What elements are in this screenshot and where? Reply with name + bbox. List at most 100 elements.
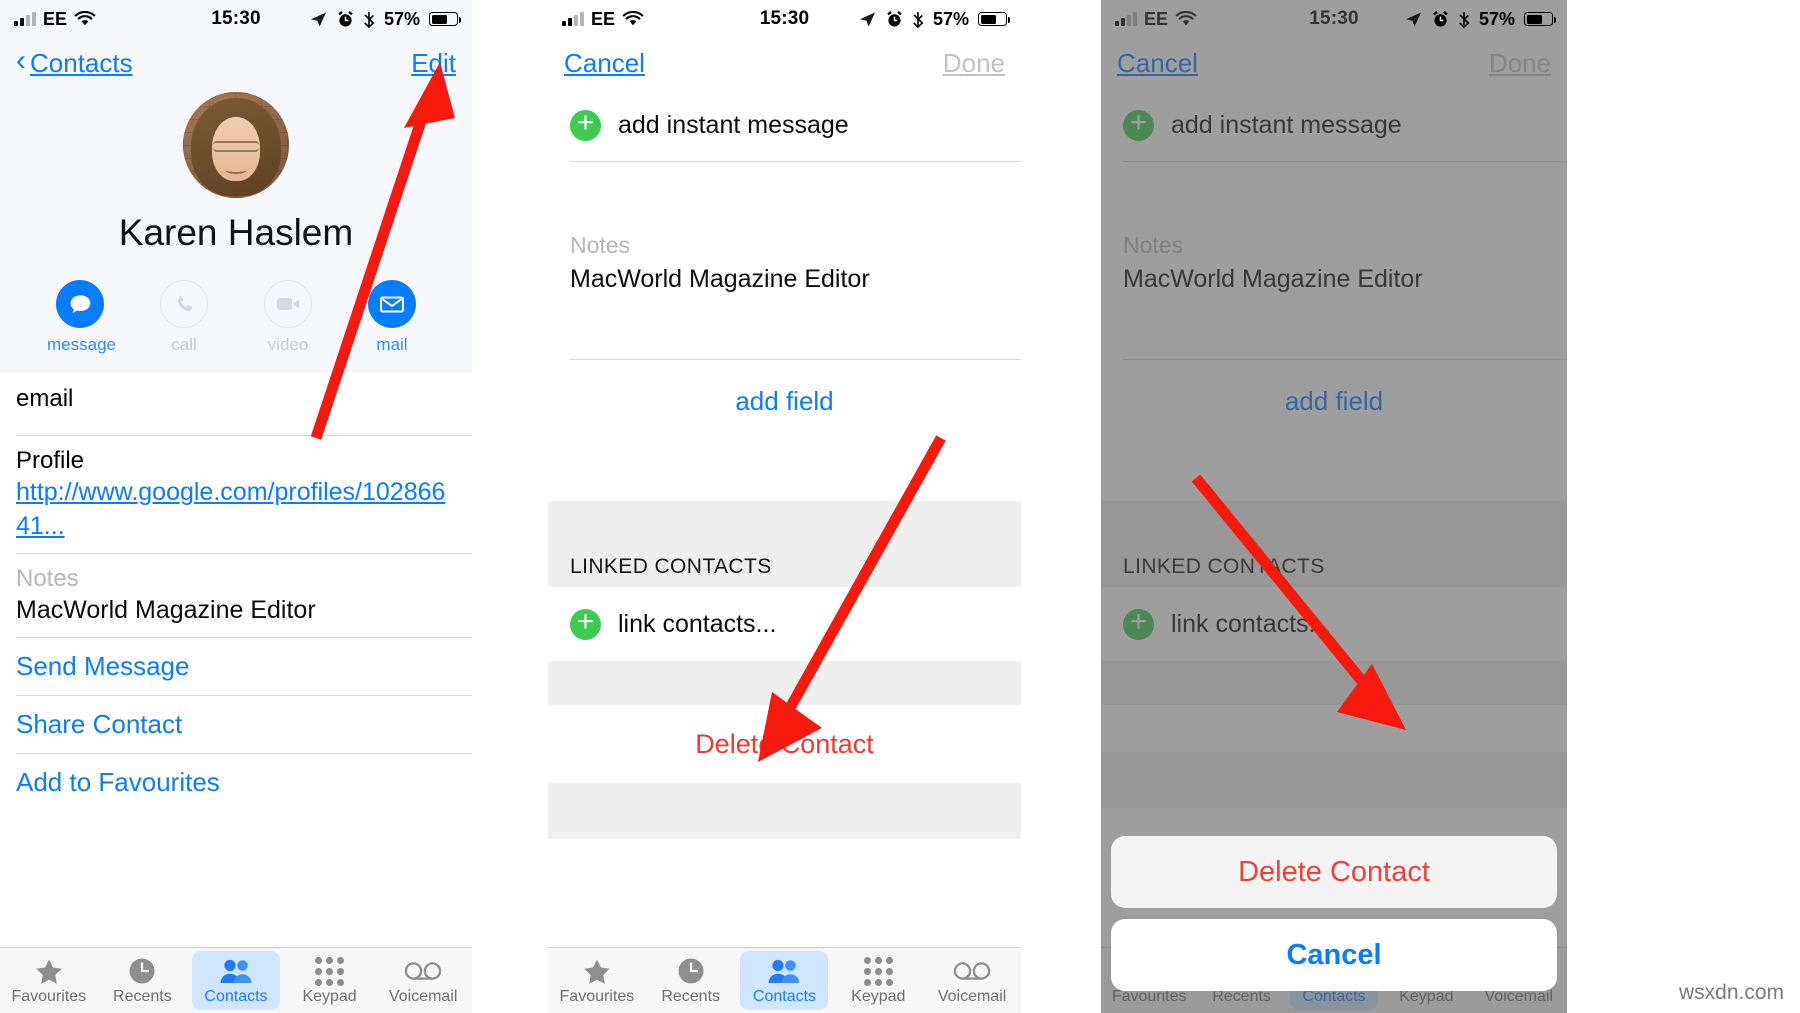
tab-bar: Favourites Recents Contacts Keypad Voice… xyxy=(548,947,1021,1013)
tab-label: Favourites xyxy=(11,988,87,1005)
watermark: wsxdn.com xyxy=(1678,981,1784,1004)
add-to-favourites-button[interactable]: Add to Favourites xyxy=(0,752,472,811)
section-gap xyxy=(548,661,1021,705)
link-contacts-label: link contacts... xyxy=(618,609,777,638)
quick-action-label: call xyxy=(171,335,197,354)
clock-icon xyxy=(647,956,735,986)
message-bubble-icon xyxy=(56,280,104,328)
notes-rule-spacer xyxy=(548,314,1021,360)
screenshot-canvas: EE 15:30 57% ‹ Contacts Edit Karen Hasle… xyxy=(0,0,1800,1013)
tab-contacts[interactable]: Contacts xyxy=(191,951,280,1010)
star-icon xyxy=(553,956,641,986)
quick-action-label: video xyxy=(267,335,309,354)
quick-action-message[interactable]: message xyxy=(47,280,116,355)
voicemail-icon xyxy=(379,956,467,986)
sheet-cancel-button[interactable]: Cancel xyxy=(1111,919,1557,991)
add-instant-message-row[interactable]: + add instant message xyxy=(548,88,1021,162)
alarm-clock-icon xyxy=(1433,10,1448,26)
chevron-left-icon: ‹ xyxy=(16,44,26,77)
tab-voicemail[interactable]: Voicemail xyxy=(379,951,467,1010)
field-label: email xyxy=(16,385,74,412)
share-contact-button[interactable]: Share Contact xyxy=(0,694,472,753)
send-message-button[interactable]: Send Message xyxy=(0,636,472,695)
tab-bar: Favourites Recents Contacts Keypad Voice… xyxy=(0,947,472,1013)
clock-icon xyxy=(98,956,186,986)
add-field-button[interactable]: add field xyxy=(548,360,1021,443)
nav-bar: Cancel Done xyxy=(548,38,1021,88)
tab-label: Keypad xyxy=(302,988,357,1005)
bluetooth-icon xyxy=(1459,11,1470,28)
battery-icon xyxy=(429,12,461,26)
back-button-label: Contacts xyxy=(30,47,133,78)
quick-actions: message call video mail xyxy=(0,280,472,355)
contact-fields-list: email Profile http://www.google.com/prof… xyxy=(0,373,472,811)
quick-action-mail[interactable]: mail xyxy=(359,280,425,355)
phone-screen-edit-contact: EE 15:30 57% Cancel Done + add instant m… xyxy=(548,0,1021,1013)
status-bar-right: 57% xyxy=(309,8,461,30)
star-icon xyxy=(5,956,93,986)
field-row-email[interactable]: email xyxy=(0,373,472,435)
field-value: MacWorld Magazine Editor xyxy=(16,595,316,624)
keypad-dots-icon xyxy=(286,956,374,986)
tab-recents[interactable]: Recents xyxy=(98,951,186,1010)
tab-contacts[interactable]: Contacts xyxy=(740,951,829,1010)
tab-label: Recents xyxy=(661,988,721,1005)
delete-contact-button[interactable]: Delete Contact xyxy=(548,705,1021,783)
tab-voicemail[interactable]: Voicemail xyxy=(928,951,1016,1010)
phone-icon xyxy=(160,280,208,328)
location-arrow-icon xyxy=(1405,12,1421,27)
tab-favourites[interactable]: Favourites xyxy=(553,951,641,1010)
location-arrow-icon xyxy=(859,12,875,27)
section-title: LINKED CONTACTS xyxy=(570,555,772,578)
add-instant-message-label: add instant message xyxy=(618,110,849,139)
tab-keypad[interactable]: Keypad xyxy=(834,951,922,1010)
edit-fields-list: + add instant message Notes MacWorld Mag… xyxy=(548,88,1021,839)
link-contacts-row[interactable]: + link contacts... xyxy=(548,587,1021,661)
tab-label: Contacts xyxy=(752,988,817,1005)
field-label: Notes xyxy=(16,564,79,592)
tab-keypad[interactable]: Keypad xyxy=(286,951,374,1010)
field-row-notes[interactable]: Notes MacWorld Magazine Editor xyxy=(0,552,472,637)
battery-icon xyxy=(978,12,1010,26)
field-row-profile[interactable]: Profile http://www.google.com/profiles/1… xyxy=(0,435,472,553)
quick-action-call[interactable]: call xyxy=(151,280,217,355)
sheet-delete-contact-button[interactable]: Delete Contact xyxy=(1111,836,1557,908)
envelope-icon xyxy=(368,280,416,328)
battery-percent: 57% xyxy=(932,8,969,29)
notes-field[interactable]: Notes MacWorld Magazine Editor xyxy=(548,214,1021,314)
battery-percent: 57% xyxy=(383,8,420,29)
keypad-dots-icon xyxy=(834,956,922,986)
people-icon xyxy=(192,956,280,986)
quick-action-video[interactable]: video xyxy=(255,280,321,355)
plus-icon: + xyxy=(570,607,601,640)
contact-name: Karen Haslem xyxy=(118,212,354,253)
battery-icon xyxy=(1524,12,1556,26)
edit-button[interactable]: Edit xyxy=(411,48,456,79)
quick-action-label: mail xyxy=(376,335,408,354)
bluetooth-icon xyxy=(913,11,924,28)
status-bar: EE 15:30 57% xyxy=(548,0,1021,38)
status-bar: EE 15:30 57% xyxy=(0,0,472,38)
tab-favourites[interactable]: Favourites xyxy=(5,951,93,1010)
nav-bar: ‹ Contacts Edit xyxy=(0,38,472,88)
cancel-button[interactable]: Cancel xyxy=(564,48,645,79)
tab-recents[interactable]: Recents xyxy=(647,951,735,1010)
status-bar-right: 57% xyxy=(1404,9,1556,30)
tab-label: Contacts xyxy=(204,988,268,1005)
phone-screen-contact-detail: EE 15:30 57% ‹ Contacts Edit Karen Hasle… xyxy=(0,0,472,1013)
video-camera-icon xyxy=(264,280,312,328)
phone-screen-delete-confirmation: EE 15:30 57% Cancel Done + xyxy=(1101,0,1567,1013)
tab-label: Voicemail xyxy=(937,988,1007,1005)
alarm-clock-icon xyxy=(887,10,902,26)
voicemail-icon xyxy=(928,956,1016,986)
section-gap xyxy=(548,783,1021,839)
quick-action-label: message xyxy=(47,335,116,354)
notes-value: MacWorld Magazine Editor xyxy=(570,265,870,293)
contact-hero: EE 15:30 57% ‹ Contacts Edit Karen Hasle… xyxy=(0,0,472,373)
back-to-contacts-button[interactable]: ‹ Contacts xyxy=(16,44,133,79)
status-bar-right: 57% xyxy=(858,8,1010,30)
alarm-clock-icon xyxy=(338,10,353,26)
notes-label: Notes xyxy=(570,232,631,258)
done-button[interactable]: Done xyxy=(943,48,1005,79)
profile-url-link[interactable]: http://www.google.com/profiles/10286641.… xyxy=(16,476,456,544)
